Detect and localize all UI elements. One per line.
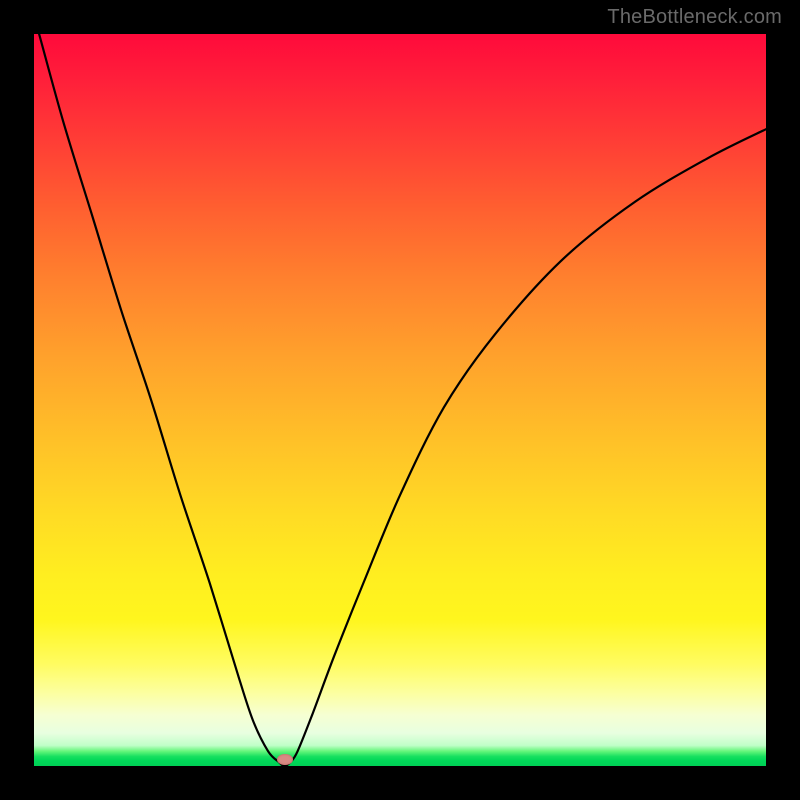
chart-frame: TheBottleneck.com [0,0,800,800]
watermark-text: TheBottleneck.com [607,6,782,29]
bottleneck-curve [34,34,766,766]
plot-area [34,34,766,766]
bottleneck-marker [277,754,293,765]
